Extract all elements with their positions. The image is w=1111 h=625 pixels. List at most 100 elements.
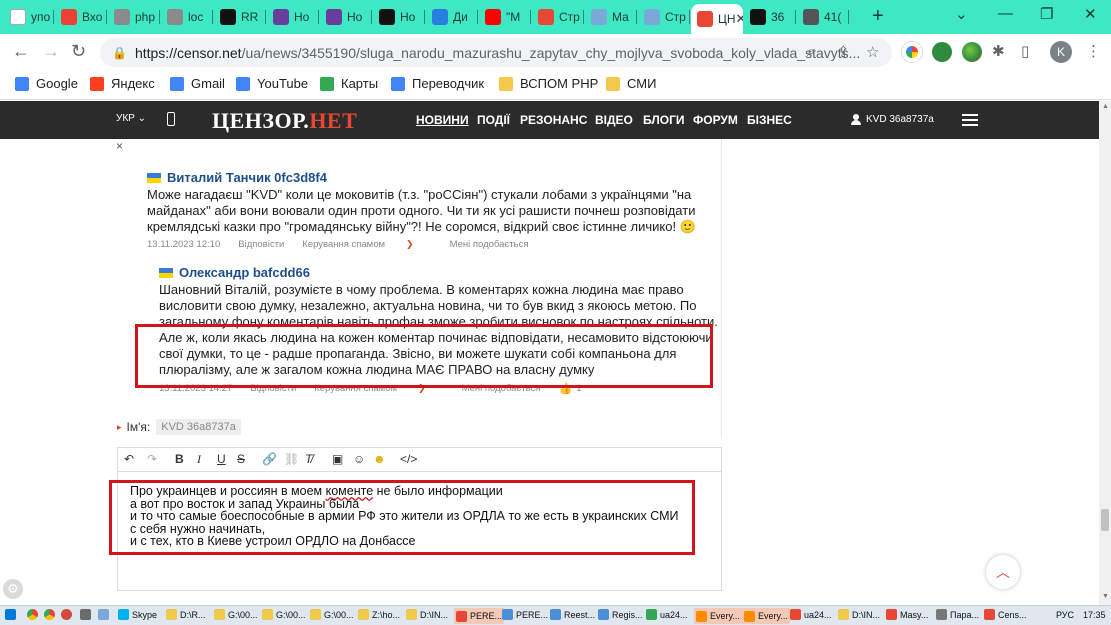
- browser-tab[interactable]: Ди: [426, 4, 478, 30]
- reload-icon[interactable]: ↻: [71, 41, 86, 62]
- extension-globe-icon[interactable]: [932, 42, 952, 62]
- side-panel-icon[interactable]: ▯: [1021, 42, 1029, 60]
- taskbar-item[interactable]: ua24...: [790, 609, 832, 620]
- taskbar-item[interactable]: Every...: [742, 608, 790, 624]
- clock[interactable]: 17:35: [1083, 610, 1106, 620]
- bookmark-item[interactable]: Gmail: [170, 76, 225, 91]
- taskbar-item[interactable]: D:\IN...: [838, 609, 880, 620]
- taskbar-item[interactable]: Z:\ho...: [358, 609, 400, 620]
- taskbar-item[interactable]: Cens...: [984, 609, 1027, 620]
- bookmark-item[interactable]: Карты: [320, 76, 378, 91]
- nav-news[interactable]: НОВИНИ: [416, 113, 469, 127]
- browser-tab[interactable]: loc: [161, 4, 213, 30]
- image-icon[interactable]: ▣: [332, 452, 343, 466]
- site-logo[interactable]: ЦЕНЗОР.НЕТ: [212, 108, 357, 134]
- app-icon[interactable]: [80, 609, 94, 620]
- nav-events[interactable]: ПОДІЇ: [477, 113, 510, 127]
- maximize-icon[interactable]: ❐: [1040, 5, 1053, 23]
- link-icon[interactable]: 🔗: [262, 452, 277, 466]
- taskbar-item[interactable]: Masy...: [886, 609, 928, 620]
- browser-tab[interactable]: RR: [214, 4, 266, 30]
- undo-icon[interactable]: ↶: [124, 452, 134, 466]
- taskbar-item[interactable]: Reest...: [550, 609, 595, 620]
- browser-tab[interactable]: 41(: [797, 4, 849, 30]
- bookmark-item[interactable]: Google: [15, 76, 78, 91]
- profile-avatar[interactable]: K: [1050, 41, 1072, 63]
- bookmark-item[interactable]: ВСПОМ PHP: [499, 76, 598, 91]
- bookmark-item[interactable]: Яндекс: [90, 76, 155, 91]
- browser-tab[interactable]: Но: [267, 4, 319, 30]
- back-icon[interactable]: ←: [12, 41, 30, 62]
- taskbar-item[interactable]: G:\00...: [214, 609, 258, 620]
- spam-control[interactable]: Керування спамом ❯: [302, 239, 431, 250]
- scrollbar-thumb[interactable]: [1101, 509, 1109, 531]
- hamburger-menu-icon[interactable]: [962, 114, 978, 126]
- start-icon[interactable]: [5, 609, 16, 620]
- taskbar-item[interactable]: G:\00...: [310, 609, 354, 620]
- address-bar[interactable]: 🔒 https://censor.net/ua/news/3455190/slu…: [100, 38, 892, 67]
- nav-forum[interactable]: ФОРУМ: [693, 113, 738, 127]
- taskbar-item[interactable]: D:\R...: [166, 609, 206, 620]
- bookmark-item[interactable]: YouTube: [236, 76, 308, 91]
- browser-tab[interactable]: php: [108, 4, 160, 30]
- scroll-down-icon[interactable]: ▼: [1102, 593, 1109, 600]
- mobile-icon[interactable]: [167, 112, 175, 126]
- nav-blogs[interactable]: БЛОГИ: [643, 113, 685, 127]
- browser-tab[interactable]: 36: [744, 4, 796, 30]
- browser-tab[interactable]: Ма: [585, 4, 637, 30]
- gear-icon[interactable]: ⚙: [3, 579, 23, 599]
- app-icon[interactable]: [98, 609, 112, 620]
- browser-tab[interactable]: упо: [4, 4, 54, 30]
- extensions-puzzle-icon[interactable]: ✱: [992, 42, 1005, 60]
- taskbar-item[interactable]: ua24...: [646, 609, 688, 620]
- taskbar-item[interactable]: D:\IN...: [406, 609, 448, 620]
- nav-business[interactable]: БІЗНЕС: [747, 113, 792, 127]
- bookmark-item[interactable]: СМИ: [606, 76, 656, 91]
- bookmark-star-icon[interactable]: ☆: [866, 43, 879, 61]
- extension-color-icon[interactable]: [902, 42, 922, 62]
- like-link[interactable]: Мені подобається: [450, 239, 529, 250]
- minimize-icon[interactable]: —: [998, 5, 1013, 22]
- forward-icon[interactable]: →: [42, 41, 60, 62]
- taskbar-item[interactable]: G:\00...: [262, 609, 306, 620]
- extension-ball-icon[interactable]: [962, 42, 982, 62]
- scroll-to-top-button[interactable]: ︿: [986, 555, 1020, 589]
- code-icon[interactable]: </>: [400, 452, 417, 466]
- underline-icon[interactable]: U: [217, 452, 226, 466]
- unlink-icon[interactable]: ⛓: [284, 452, 299, 466]
- user-account[interactable]: KVD 36a8737a: [851, 114, 934, 125]
- browser-tab[interactable]: Но: [373, 4, 425, 30]
- taskbar-item[interactable]: PERE...: [502, 609, 548, 620]
- browser-tab[interactable]: ЦН ✕: [691, 4, 743, 34]
- bold-icon[interactable]: B: [175, 452, 184, 466]
- clear-format-icon[interactable]: T̸: [305, 452, 312, 466]
- taskbar-item[interactable]: Skype: [118, 609, 157, 620]
- taskbar-item[interactable]: Regis...: [598, 609, 643, 620]
- redo-icon[interactable]: ↷: [147, 452, 157, 466]
- reply-link[interactable]: Відповісти: [238, 239, 284, 250]
- taskbar-item[interactable]: Пара...: [936, 609, 979, 620]
- close-icon[interactable]: ×: [116, 139, 123, 153]
- nav-video[interactable]: ВІДЕО: [595, 113, 633, 127]
- app-icon[interactable]: [61, 609, 75, 620]
- new-tab-button[interactable]: +: [872, 5, 884, 28]
- smiley-icon[interactable]: ☻: [373, 452, 386, 466]
- bookmark-item[interactable]: Переводчик: [391, 76, 484, 91]
- comment-author[interactable]: Олександр bafcdd66: [159, 265, 721, 280]
- browser-tab[interactable]: Стр: [532, 4, 584, 30]
- browser-tab[interactable]: "М: [479, 4, 531, 30]
- taskbar-item[interactable]: Every...: [694, 608, 742, 624]
- browser-tab[interactable]: Вхо: [55, 4, 107, 30]
- taskbar-item[interactable]: PERE...: [454, 608, 505, 624]
- language-selector[interactable]: УКР ⌄: [116, 113, 146, 124]
- tab-search-icon[interactable]: ⌄: [955, 5, 968, 23]
- tab-close-icon[interactable]: ✕: [736, 11, 743, 27]
- scroll-up-icon[interactable]: ▲: [1102, 103, 1109, 110]
- italic-icon[interactable]: I: [197, 452, 201, 467]
- chrome-icon[interactable]: [27, 609, 41, 620]
- browser-tab[interactable]: Стр: [638, 4, 690, 30]
- menu-dots-icon[interactable]: ⋮: [1086, 42, 1101, 60]
- input-language[interactable]: РУС: [1056, 610, 1074, 620]
- nav-resonance[interactable]: РЕЗОНАНС: [520, 113, 587, 127]
- page-scrollbar[interactable]: ▲ ▼: [1099, 101, 1111, 605]
